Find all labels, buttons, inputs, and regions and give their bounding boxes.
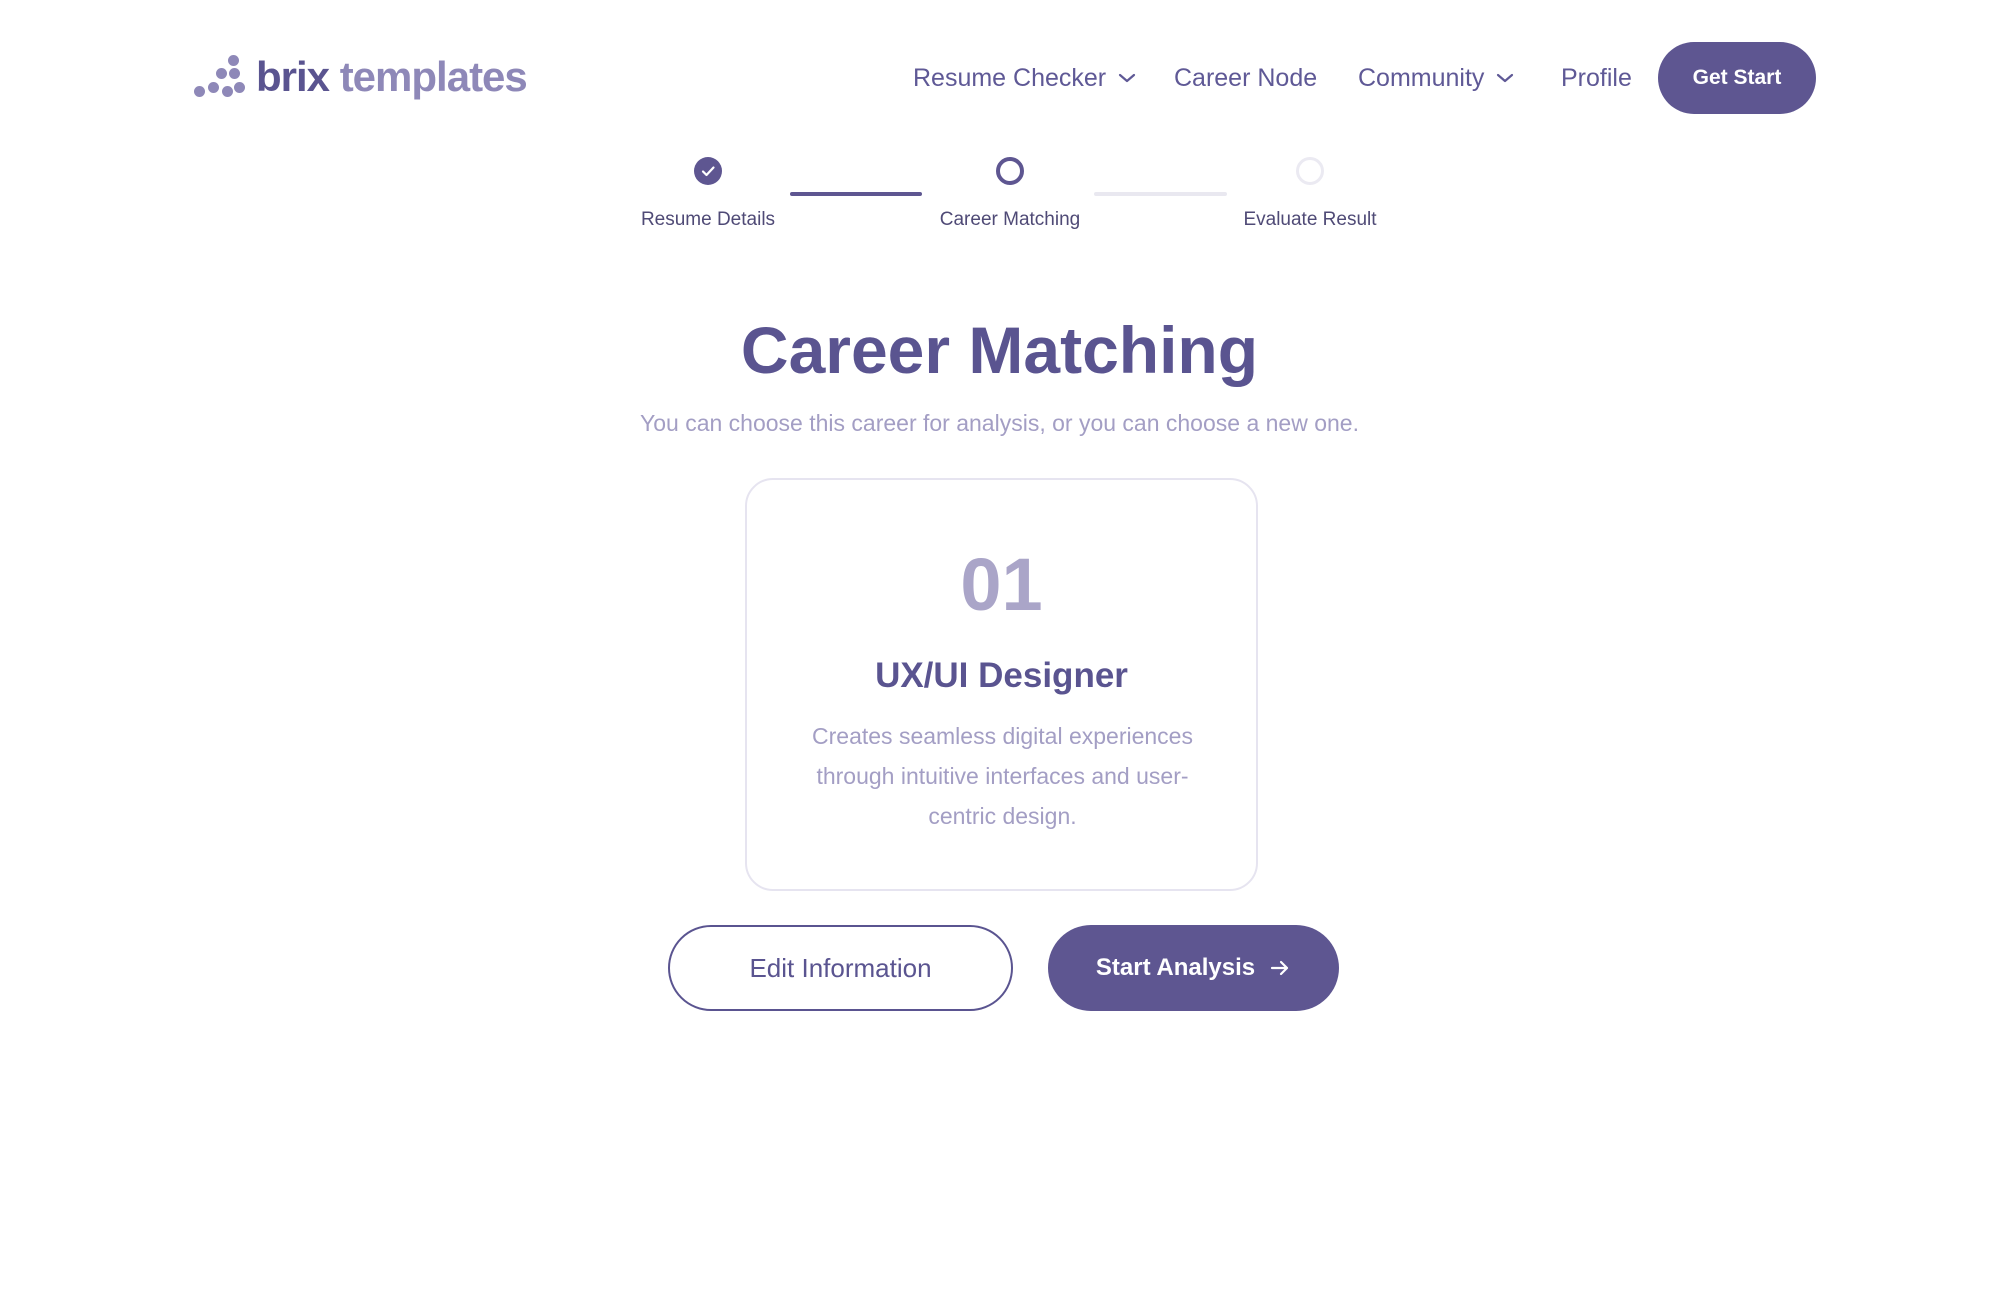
nav-profile[interactable]: Profile — [1561, 52, 1632, 104]
nav-career-node[interactable]: Career Node — [1174, 52, 1317, 104]
step-connector-done — [790, 192, 922, 196]
chevron-down-icon — [1497, 73, 1514, 83]
step-completed-dot[interactable] — [694, 157, 722, 185]
start-analysis-button[interactable]: Start Analysis — [1048, 925, 1339, 1011]
edit-information-label: Edit Information — [749, 952, 932, 983]
logo-text: brix templates — [256, 53, 528, 101]
step-current-dot[interactable] — [996, 157, 1024, 185]
arrow-right-icon — [1270, 960, 1289, 976]
nav-label: Resume Checker — [913, 63, 1107, 92]
get-start-button[interactable]: Get Start — [1658, 42, 1816, 114]
nav-label: Profile — [1561, 63, 1632, 92]
step-label-career-matching: Career Matching — [939, 209, 1081, 230]
page-subtitle: You can choose this career for analysis,… — [640, 410, 1359, 436]
edit-information-button[interactable]: Edit Information — [668, 925, 1013, 1011]
career-role: UX/UI Designer — [875, 656, 1128, 695]
step-connector-pending — [1094, 192, 1227, 196]
logo-brand: brix — [256, 53, 330, 100]
site-header: brix templates Resume Checker Career Nod… — [0, 0, 1999, 160]
start-analysis-label: Start Analysis — [1095, 954, 1256, 981]
chevron-down-icon — [1119, 73, 1136, 83]
logo-suffix: templates — [329, 53, 528, 100]
nav-community[interactable]: Community — [1358, 52, 1514, 104]
step-label-resume-details: Resume Details — [640, 209, 776, 230]
step-label-evaluate-result: Evaluate Result — [1243, 209, 1377, 230]
progress-stepper: Resume Details Career Matching Evaluate … — [0, 150, 1999, 240]
nav-resume-checker[interactable]: Resume Checker — [913, 52, 1136, 104]
nav-label: Community — [1358, 63, 1485, 92]
page-title: Career Matching — [740, 313, 1259, 387]
brand-logo[interactable]: brix templates — [194, 52, 528, 102]
career-description: Creates seamless digital experiences thr… — [812, 723, 1193, 829]
step-upcoming-dot[interactable] — [1296, 157, 1324, 185]
logo-dots-icon — [194, 52, 245, 102]
career-number: 01 — [960, 543, 1043, 626]
check-icon — [701, 166, 715, 177]
career-card[interactable]: 01 UX/UI Designer Creates seamless digit… — [745, 478, 1258, 891]
nav-label: Career Node — [1174, 63, 1318, 92]
